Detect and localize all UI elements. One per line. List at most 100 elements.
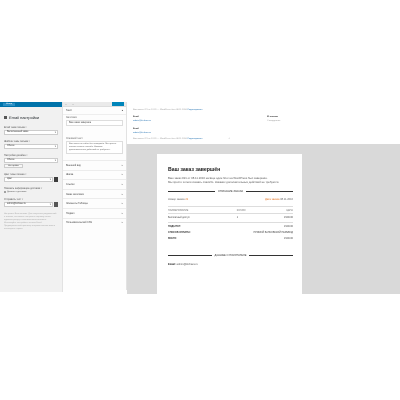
subject-label: Email тема письма ▿ (4, 126, 27, 129)
body-label: Основной текст (66, 138, 83, 140)
chevron-right-icon: ▸ (121, 192, 123, 196)
sidebar-note: Настроить Ваш магазин. Для получения уве… (4, 213, 57, 230)
edit-link[interactable]: Редактировать (187, 109, 202, 111)
chevron-right-icon: ▸ (121, 221, 123, 225)
totals-label: ВСЕГО: (168, 237, 177, 240)
heading-label: Заголовок (66, 117, 77, 119)
divider (168, 254, 212, 256)
accordion-appearance[interactable]: Внешний вид ▸ (63, 160, 126, 170)
send-test-row: admin@kichaev.ru (4, 202, 58, 207)
email-value-2: admin@kichaev.ru (133, 132, 151, 134)
accordion-label: Ссылки (66, 182, 75, 186)
preview-line-2-text: Ваш заказ #21 от 12:31 — WordPress был 0… (133, 138, 187, 140)
id-value: Стандартное (267, 120, 280, 122)
order-date-value: 08.11.2016 (280, 198, 293, 201)
template-field: Шаблон темы письма ▿ Обычн. (0, 140, 62, 149)
send-test-input[interactable]: admin@kichaev.ru (4, 202, 53, 207)
shipping-label: Показать информацию доставки ▿ (4, 187, 43, 190)
back-button[interactable]: Назад (3, 103, 15, 106)
customer-section-heading: ДАННЫЕ О ПОКУПАТЕЛЕ (168, 254, 293, 257)
order-totals-table: ПОДЫТОГ: ₽100.00 СПОСОБ ОПЛАТЫ: ПРЯМОЙ Б… (168, 224, 293, 242)
send-test-button[interactable] (54, 202, 58, 207)
item-qty: 1 (236, 216, 239, 219)
accordion-links[interactable]: Ссылки ▸ (63, 179, 126, 189)
radio-icon (4, 191, 6, 193)
chevron-right-icon: ▸ (121, 182, 123, 186)
accordion-label: Внешний вид (66, 163, 81, 167)
order-section-heading: ОПИСАНИЕ ЗАКАЗА (168, 190, 294, 193)
send-test-field: Отправить тест ▿ admin@kichaev.ru (0, 198, 62, 207)
preview-line-1: Ваш заказ #21 от 12:31 — WordPress был 0… (133, 109, 203, 111)
text-section-header[interactable]: Текст ▴ (63, 107, 126, 115)
divider (168, 191, 215, 192)
design-settings-button[interactable]: Настройки (4, 164, 23, 168)
send-test-label: Отправить тест ▿ (4, 198, 24, 201)
item-name: Бесплатный доступ (168, 216, 190, 219)
accordion-order-heading[interactable]: Заказ заголовок ▸ (63, 188, 126, 199)
color-swatch[interactable] (54, 177, 58, 182)
customer-email-label: Email: (168, 262, 176, 266)
email-document: Ваш заказ завершён Ваш заказ #21 от 08.1… (157, 154, 302, 294)
preview-line-1-text: Ваш заказ #21 от 12:31 — WordPress был 0… (133, 109, 187, 111)
resize-handle-icon[interactable]: ⌃ (228, 137, 231, 141)
subject-field: Email тема письма ▿ Выполненный заказ (0, 126, 62, 135)
design-field: Настройки дизайна ▿ Обычн. Настройки (0, 154, 62, 168)
email-value-1: admin@kichaev.ru (133, 120, 151, 122)
chevron-right-icon: ▸ (121, 173, 123, 177)
email-label-1: Email (133, 116, 139, 118)
order-date-label: Дата заказа (265, 198, 280, 201)
order-meta: Номер заказа 21 Дата заказа 08.11.2016 (168, 198, 293, 201)
email-label-text: Email (133, 128, 139, 130)
id-label-text: ID письма (267, 116, 278, 118)
email-value-link[interactable]: admin@kichaev.ru (133, 120, 151, 122)
color-label: Цвет темы письма ▿ (4, 173, 27, 176)
email-preview-stage: Ваш заказ завершён Ваш заказ #21 от 08.1… (127, 144, 400, 294)
color-select[interactable]: Цвет (4, 177, 53, 182)
template-label: Шаблон темы письма ▿ (4, 140, 30, 143)
divider (249, 254, 293, 256)
chevron-right-icon: ▸ (121, 202, 123, 206)
email-settings-sidebar: Назад Email настройки Email тема письма … (0, 102, 63, 292)
totals-value: ₽100.00 (284, 237, 293, 240)
email-text-2: Мы просто хотели сказать спасибо. Никаки… (168, 180, 280, 184)
column-header: НАИМЕНОВАНИЕ (168, 206, 237, 214)
panel-nav: ← → (65, 103, 74, 106)
email-icon (4, 116, 7, 119)
sidebar-title-text: Email настройки (9, 115, 40, 120)
design-select[interactable]: Обычн. (4, 158, 58, 163)
heading-field: Заголовок Ваш заказ завершён (63, 115, 126, 128)
table-header-row: НАИМЕНОВАНИЕ КОЛ-ВО ЦЕНА (168, 206, 293, 214)
accordion-header[interactable]: Шапка ▸ (63, 169, 126, 180)
order-number: Номер заказа 21 (168, 198, 188, 201)
divider (246, 191, 294, 192)
accordion-label: Элементы Таблицы (66, 202, 88, 206)
accordion-table-items[interactable]: Элементы Таблицы ▸ (63, 198, 126, 208)
accordion-footer[interactable]: Подвал ▸ (63, 207, 126, 218)
edit-link[interactable]: Редактировать (187, 138, 202, 140)
order-number-value: 21 (185, 198, 189, 201)
email-title: Ваш заказ завершён (168, 167, 221, 173)
order-date: Дата заказа 08.11.2016 (265, 198, 293, 201)
subject-select[interactable]: Выполненный заказ (4, 130, 58, 135)
apply-button[interactable] (112, 102, 124, 106)
order-section-title: ОПИСАНИЕ ЗАКАЗА (217, 190, 244, 193)
body-textarea[interactable]: Ваш заказ на сайте был завершён. Мы прос… (66, 141, 123, 154)
column-header: ЦЕНА (265, 206, 293, 214)
email-label-text: Email (133, 116, 139, 118)
accordion-label: Шапка (66, 173, 74, 177)
order-number-label: Номер заказа (168, 198, 185, 201)
preview-line-2: Ваш заказ #21 от 12:31 — WordPress был 0… (133, 138, 203, 140)
back-arrow-icon[interactable]: ← (65, 103, 68, 106)
template-select[interactable]: Обычн. (4, 144, 58, 149)
divider (168, 222, 293, 223)
color-field: Цвет темы письма ▿ Цвет (0, 173, 62, 182)
customer-email: Email: admin@kichaev.ru (168, 263, 293, 266)
accordion-custom-css[interactable]: Пользовательский CSS ▸ (63, 217, 126, 228)
forward-arrow-icon[interactable]: → (72, 103, 75, 106)
column-header: КОЛ-ВО (236, 206, 266, 214)
shipping-option[interactable]: Данные о доставке (4, 191, 58, 193)
heading-input[interactable]: Ваш заказ завершён (66, 120, 123, 126)
email-value-link[interactable]: admin@kichaev.ru (133, 132, 151, 134)
customer-email-value: admin@kichaev.ru (176, 262, 198, 266)
accordion-label: Подвал (66, 211, 75, 215)
